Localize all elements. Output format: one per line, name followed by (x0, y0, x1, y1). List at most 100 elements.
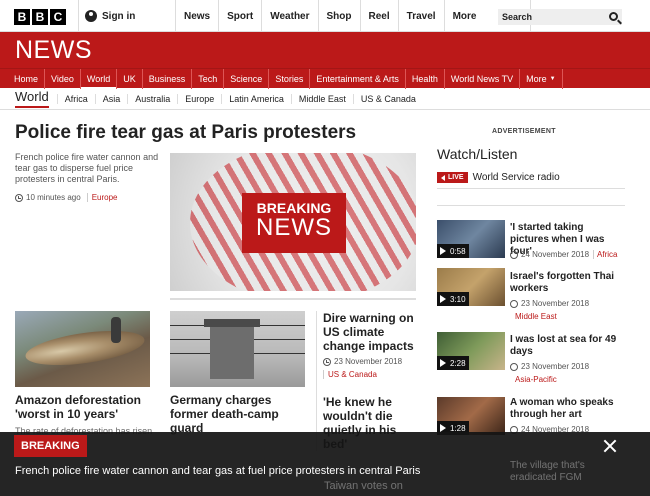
story-headline[interactable]: Germany charges former death-camp guard (170, 393, 310, 435)
nav-science[interactable]: Science (224, 69, 270, 89)
video-title[interactable]: I was lost at sea for 49 days (510, 334, 625, 358)
divider (437, 188, 625, 189)
video-duration-badge: 2:28 (437, 356, 469, 370)
watchtower-graphic (204, 319, 260, 379)
video-thumbnail[interactable]: 1:28 (437, 397, 505, 435)
live-radio-link[interactable]: LIVE World Service radio (437, 172, 560, 183)
video-duration: 2:28 (450, 358, 466, 368)
nav-business[interactable]: Business (143, 69, 193, 89)
death-camp-image[interactable] (170, 311, 305, 387)
video-date: 23 November 2018 (521, 362, 590, 371)
video-duration: 3:10 (450, 294, 466, 304)
obscured-headline: Taiwan votes on (324, 480, 403, 492)
clock-icon (510, 250, 518, 259)
video-tag[interactable]: Asia-Pacific (515, 375, 557, 384)
advertisement-label: ADVERTISEMENT (492, 128, 556, 135)
nav-home[interactable]: Home (8, 69, 46, 89)
search-placeholder: Search (502, 12, 533, 22)
main-headline[interactable]: Police fire tear gas at Paris protesters (15, 122, 415, 144)
clock-icon (510, 299, 518, 308)
topnav-weather[interactable]: Weather (262, 0, 319, 32)
subnav-australia[interactable]: Australia (127, 93, 177, 104)
top-nav: News Sport Weather Shop Reel Travel More… (176, 0, 531, 32)
news-wordmark[interactable]: NEWS (15, 36, 92, 65)
story-date: 23 November 2018 (334, 357, 403, 366)
play-icon (440, 424, 446, 432)
column-divider (316, 311, 317, 451)
subnav-europe[interactable]: Europe (177, 93, 221, 104)
nav-stories[interactable]: Stories (269, 69, 311, 89)
story-headline[interactable]: Amazon deforestation 'worst in 10 years' (15, 393, 155, 421)
video-date: 24 November 2018 (521, 250, 590, 259)
breaking-news-image[interactable]: BREAKING NEWS (170, 153, 416, 291)
subnav-latin-america[interactable]: Latin America (221, 93, 291, 104)
watch-listen-title[interactable]: Watch/Listen (437, 146, 517, 162)
live-label: LIVE (448, 174, 464, 181)
live-badge: LIVE (437, 172, 468, 183)
obscured-video-title: The village that's eradicated FGM (510, 460, 585, 483)
logo-letter: B (14, 9, 30, 25)
divider (437, 205, 625, 206)
story-tag[interactable]: US & Canada (323, 370, 377, 379)
video-thumbnail[interactable]: 0:58 (437, 220, 505, 258)
video-duration: 0:58 (450, 246, 466, 256)
logo-letter: C (50, 9, 66, 25)
subnav-middle-east[interactable]: Middle East (290, 93, 353, 104)
nav-health[interactable]: Health (406, 69, 445, 89)
news-word: NEWS (256, 214, 332, 241)
logo-letter: B (32, 9, 48, 25)
caret-down-icon: ▼ (549, 76, 556, 82)
divider (170, 298, 416, 300)
video-meta: 23 November 2018 (510, 362, 589, 371)
video-tag[interactable]: Middle East (515, 312, 557, 321)
nav-world-news-tv[interactable]: World News TV (445, 69, 521, 89)
video-duration-badge: 0:58 (437, 244, 469, 258)
subnav-africa[interactable]: Africa (56, 93, 95, 104)
bbc-logo[interactable]: B B C (14, 9, 66, 25)
search-input[interactable]: Search (498, 9, 622, 25)
main-tag[interactable]: Europe (86, 193, 118, 202)
video-thumbnail[interactable]: 3:10 (437, 268, 505, 306)
nav-video[interactable]: Video (45, 69, 81, 89)
topnav-news[interactable]: News (176, 0, 220, 32)
breaking-text[interactable]: French police fire water cannon and tear… (15, 465, 420, 477)
signin-label: Sign in (102, 10, 136, 22)
video-thumbnail[interactable]: 2:28 (437, 332, 505, 370)
video-duration-badge: 3:10 (437, 292, 469, 306)
video-title[interactable]: A woman who speaks through her art (510, 397, 625, 421)
story-headline[interactable]: Dire warning on US climate change impact… (323, 311, 418, 353)
topnav-sport[interactable]: Sport (219, 0, 263, 32)
play-icon (440, 359, 446, 367)
nav-more-label: More (526, 74, 547, 84)
subnav-us-canada[interactable]: US & Canada (352, 93, 423, 104)
video-date: 23 November 2018 (521, 299, 590, 308)
close-icon[interactable] (602, 438, 618, 454)
deforestation-image[interactable] (15, 311, 150, 387)
section-title[interactable]: World (15, 89, 49, 108)
nav-world[interactable]: World (80, 69, 118, 89)
topnav-travel[interactable]: Travel (399, 0, 445, 32)
main-time: 10 minutes ago (26, 193, 81, 202)
nav-entertainment[interactable]: Entertainment & Arts (310, 69, 406, 89)
search-icon[interactable] (609, 12, 618, 21)
subnav-asia[interactable]: Asia (94, 93, 128, 104)
video-meta: 23 November 2018 (510, 299, 589, 308)
topnav-reel[interactable]: Reel (361, 0, 399, 32)
play-icon (440, 295, 446, 303)
breaking-news-graphic: BREAKING NEWS (242, 193, 346, 253)
topnav-shop[interactable]: Shop (319, 0, 361, 32)
main-meta: 10 minutes ago Europe (15, 193, 118, 202)
masthead: NEWS (0, 32, 650, 68)
live-text: World Service radio (472, 172, 560, 183)
nav-tech[interactable]: Tech (192, 69, 225, 89)
top-bar: B B C Sign in News Sport Weather Shop Re… (0, 0, 650, 32)
nav-more[interactable]: More ▼ (520, 69, 563, 89)
video-title[interactable]: Israel's forgotten Thai workers (510, 271, 625, 295)
nav-uk[interactable]: UK (117, 69, 143, 89)
signin-button[interactable]: Sign in (78, 0, 176, 32)
world-subnav: World Africa Asia Australia Europe Latin… (0, 88, 650, 110)
log-graphic (23, 324, 147, 372)
video-tag[interactable]: Africa (593, 250, 618, 259)
user-icon (85, 10, 97, 22)
main-summary: French police fire water cannon and tear… (15, 152, 159, 184)
